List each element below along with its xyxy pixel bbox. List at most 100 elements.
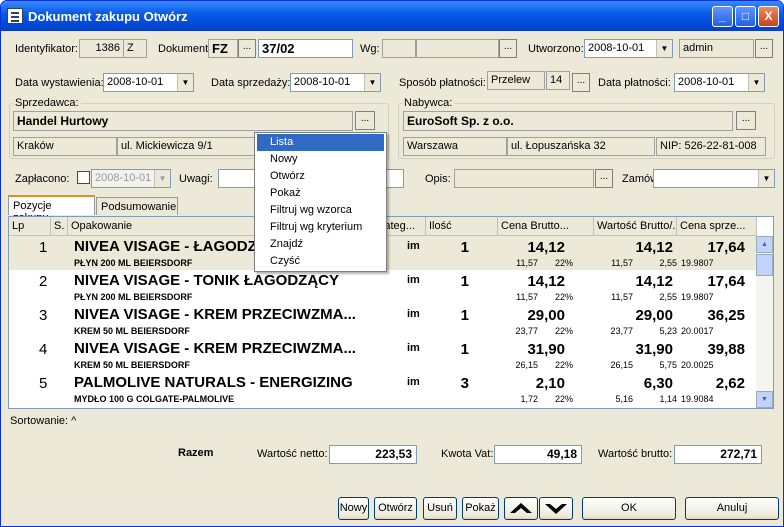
row-value-netto: 26,15 <box>610 360 633 370</box>
menu-item-pokaz[interactable]: Pokaż <box>257 185 384 202</box>
menu-item-otworz[interactable]: Otwórz <box>257 168 384 185</box>
wg-picker-button[interactable]: ... <box>499 39 517 58</box>
utworzono-label: Utworzono: <box>528 43 584 55</box>
row-vat: 22% <box>554 258 573 268</box>
row-unit: im <box>407 240 420 252</box>
row-value-vat: 1,14 <box>659 394 677 404</box>
chevron-down-icon: ▼ <box>748 74 764 91</box>
move-up-button[interactable] <box>504 497 538 520</box>
arrow-up-icon <box>510 503 532 513</box>
row-vat: 22% <box>554 360 573 370</box>
row-subtitle: KREM 50 ML BEIERSDORF <box>74 360 190 370</box>
pokaz-button[interactable]: Pokaż <box>462 497 499 520</box>
uwagi-label: Uwagi: <box>179 173 213 185</box>
chevron-down-icon: ▼ <box>656 40 672 57</box>
row-code: 20.0025 <box>681 360 714 370</box>
vat-label: Kwota Vat: <box>441 448 494 460</box>
buyer-name-field: EuroSoft Sp. z o.o. <box>403 111 733 131</box>
column-header-s[interactable]: S. <box>51 217 68 236</box>
netto-label: Wartość netto: <box>257 448 328 460</box>
dokument-type-field: FZ <box>208 39 238 58</box>
row-subtitle: PŁYN 200 ML BEIERSDORF <box>74 292 193 302</box>
sort-label: Sortowanie: ^ <box>10 415 77 427</box>
wg-field <box>382 39 416 58</box>
data-sprzedazy-picker[interactable]: 2008-10-01 ▼ <box>290 73 381 92</box>
otworz-button[interactable]: Otwórz <box>374 497 417 520</box>
brutto-label: Wartość brutto: <box>598 448 673 460</box>
row-name: NIVEA VISAGE - KREM PRZECIWZMA... <box>74 340 356 357</box>
row-value: 6,30 <box>643 375 673 392</box>
ok-button[interactable]: OK <box>582 497 676 520</box>
utworzono-date-picker[interactable]: 2008-10-01 ▼ <box>584 39 673 58</box>
column-header-cena-brutto[interactable]: Cena Brutto... <box>498 217 594 236</box>
table-row[interactable]: 5 PALMOLIVE NATURALS - ENERGIZING im 3 2,10 6… <box>9 372 757 406</box>
zaplacono-label: Zapłacono: <box>15 173 70 185</box>
column-header-wartosc-brutto[interactable]: Wartość Brutto/... <box>594 217 677 236</box>
menu-item-czysc[interactable]: Czyść <box>257 253 384 270</box>
menu-item-znajdz[interactable]: Znajdź <box>257 236 384 253</box>
menu-item-filtruj-wg-wzorca[interactable]: Filtruj wg wzorca <box>257 202 384 219</box>
menu-item-lista[interactable]: Lista <box>257 134 384 151</box>
zaplacono-checkbox[interactable] <box>77 171 90 184</box>
row-value-netto: 11,57 <box>611 258 633 268</box>
row-code: 20.0017 <box>681 326 714 336</box>
data-platnosci-picker[interactable]: 2008-10-01 ▼ <box>674 73 765 92</box>
title-bar[interactable]: Dokument zakupu Otwórz _ □ X <box>1 1 783 31</box>
nowy-button[interactable]: Nowy <box>338 497 369 520</box>
tab-podsumowanie[interactable]: Podsumowanie <box>96 197 178 215</box>
identyfikator-suffix: Z <box>123 39 147 58</box>
row-qty: 1 <box>460 341 469 358</box>
dokument-type-picker[interactable]: ... <box>238 39 256 58</box>
column-header-cena-sprzedazy[interactable]: Cena sprze... <box>677 217 757 236</box>
data-platnosci-label: Data płatności: <box>598 77 671 89</box>
vat-total: 49,18 <box>494 445 582 464</box>
scroll-thumb[interactable] <box>756 254 773 276</box>
row-value-netto: 23,77 <box>610 326 633 336</box>
row-qty: 1 <box>460 239 469 256</box>
items-grid[interactable]: Lp S. Opakowanie Kateg... Ilość Cena Bru… <box>8 216 774 409</box>
row-name: PALMOLIVE NATURALS - ENERGIZING <box>74 374 353 391</box>
user-field: admin <box>679 39 754 58</box>
row-value: 14,12 <box>635 273 673 290</box>
table-row[interactable]: 3 NIVEA VISAGE - KREM PRZECIWZMA... im 1 29,… <box>9 304 757 338</box>
scroll-up-button[interactable]: ▲ <box>756 236 773 253</box>
zaplacono-date-picker: 2008-10-01 ▼ <box>91 169 171 188</box>
sposob-platnosci-label: Sposób płatności: <box>399 77 486 89</box>
user-picker-button[interactable]: ... <box>755 39 773 58</box>
grid-scrollbar[interactable]: ▲ ▼ <box>756 236 773 408</box>
dokument-number-input[interactable]: 37/02 <box>258 39 353 58</box>
chevron-down-icon: ▼ <box>364 74 380 91</box>
data-wystawienia-picker[interactable]: 2008-10-01 ▼ <box>103 73 194 92</box>
anuluj-button[interactable]: Anuluj <box>685 497 779 520</box>
data-platnosci-value: 2008-10-01 <box>678 76 735 88</box>
identyfikator-field: 1386 <box>79 39 124 58</box>
opis-label: Opis: <box>425 173 451 185</box>
chevron-down-icon: ▼ <box>154 170 170 187</box>
scroll-down-button[interactable]: ▼ <box>756 391 773 408</box>
row-sale: 17,64 <box>707 239 745 256</box>
row-netto: 11,57 <box>516 292 538 302</box>
maximize-button[interactable]: □ <box>735 6 756 27</box>
row-vat: 22% <box>554 292 573 302</box>
table-row[interactable]: 2 NIVEA VISAGE - TONIK ŁAGODZĄCY im 1 14,12 1… <box>9 270 757 304</box>
move-down-button[interactable] <box>539 497 573 520</box>
close-button[interactable]: X <box>758 6 779 27</box>
row-sale: 17,64 <box>707 273 745 290</box>
minimize-button[interactable]: _ <box>712 6 733 27</box>
menu-item-nowy[interactable]: Nowy <box>257 151 384 168</box>
opis-picker-button[interactable]: ... <box>595 169 613 188</box>
row-unit: im <box>407 376 420 388</box>
zamowienie-dropdown[interactable]: ▼ <box>653 169 775 188</box>
menu-item-filtruj-wg-kryterium[interactable]: Filtruj wg kryterium <box>257 219 384 236</box>
column-header-ilosc[interactable]: Ilość <box>426 217 498 236</box>
row-price: 31,90 <box>527 341 565 358</box>
column-header-lp[interactable]: Lp <box>9 217 51 236</box>
buyer-picker-button[interactable]: ... <box>736 111 756 130</box>
row-value-vat: 5,23 <box>659 326 677 336</box>
table-row[interactable]: 4 NIVEA VISAGE - KREM PRZECIWZMA... im 1 31,… <box>9 338 757 372</box>
tab-pozycje-zakupu[interactable]: Pozycje zakupu <box>8 195 95 224</box>
row-code: 19.9084 <box>681 394 714 404</box>
seller-picker-button[interactable]: ... <box>355 111 375 130</box>
sposob-platnosci-picker[interactable]: ... <box>572 73 590 92</box>
usun-button[interactable]: Usuń <box>423 497 457 520</box>
